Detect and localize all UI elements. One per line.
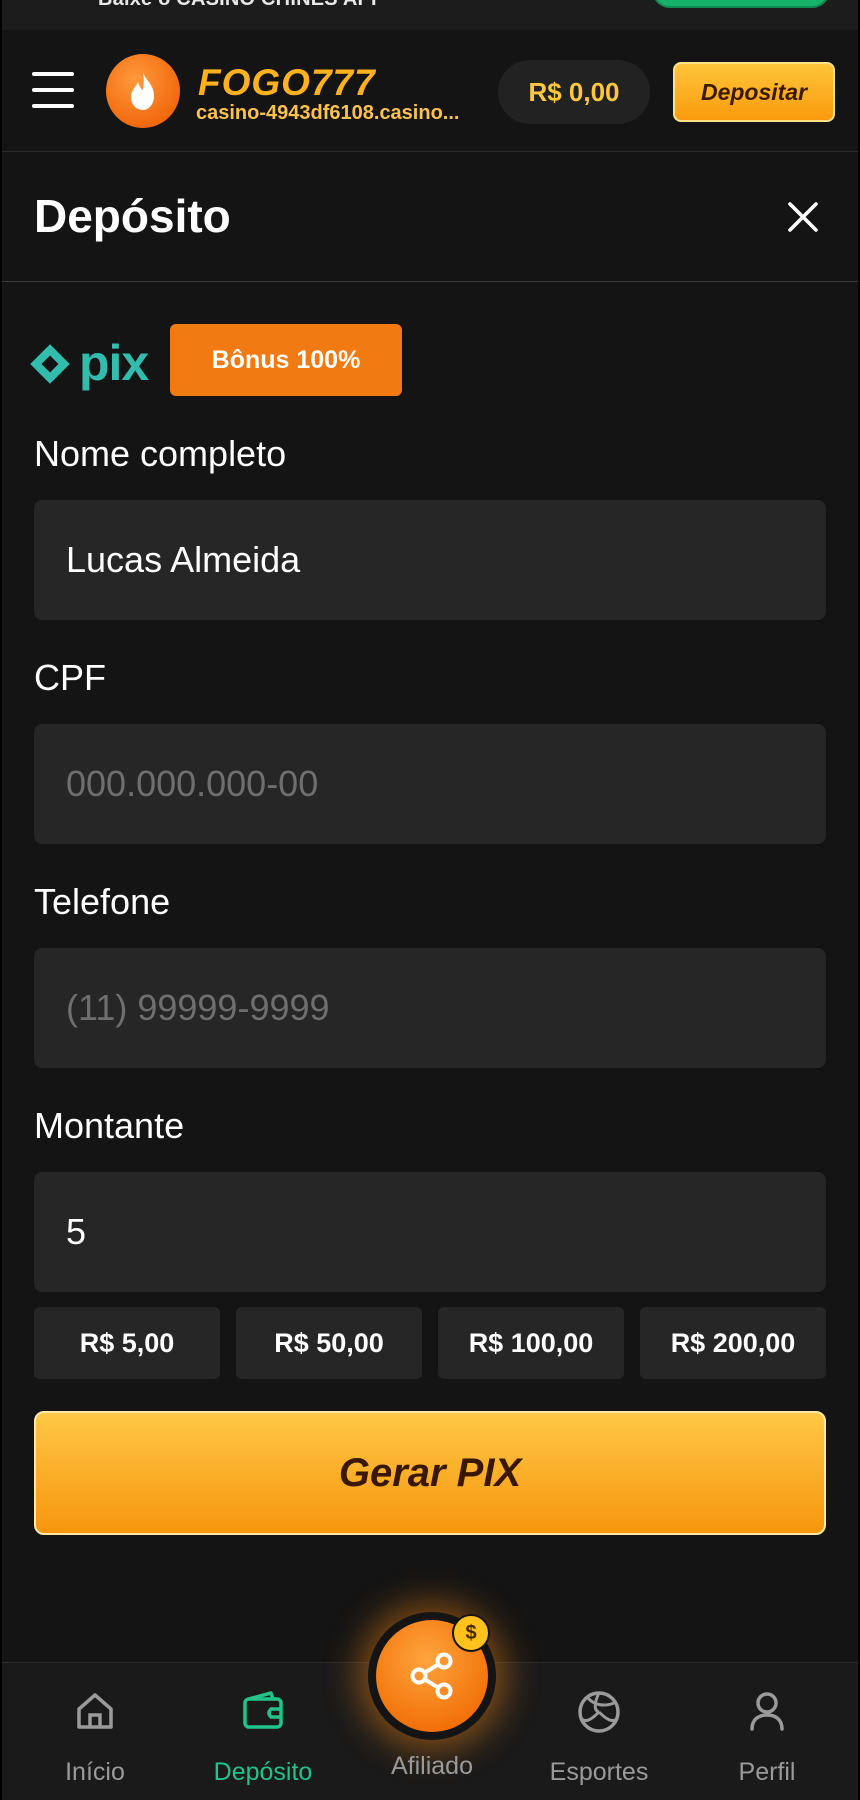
nav-label-deposito: Depósito bbox=[213, 1758, 313, 1786]
quick-amount-100[interactable]: R$ 100,00 bbox=[438, 1307, 624, 1379]
quick-amount-5[interactable]: R$ 5,00 bbox=[34, 1307, 220, 1379]
nav-item-inicio[interactable]: Início bbox=[20, 1663, 170, 1800]
phone-field[interactable] bbox=[34, 948, 826, 1068]
quick-amounts: R$ 5,00 R$ 50,00 R$ 100,00 R$ 200,00 bbox=[34, 1307, 828, 1379]
volleyball-icon bbox=[576, 1689, 622, 1740]
site-domain: casino-4943df6108.casino... bbox=[196, 102, 460, 124]
page-title: Depósito bbox=[34, 190, 231, 242]
dialog-header: Depósito bbox=[2, 152, 858, 282]
app-frame: Baixe o CASINO CHINES APP FOGO777 casino… bbox=[2, 0, 858, 1800]
pix-diamond-icon bbox=[30, 344, 70, 384]
pix-logo: pix bbox=[30, 334, 152, 391]
download-banner-button[interactable] bbox=[652, 0, 830, 8]
nav-item-deposito[interactable]: Depósito bbox=[188, 1663, 338, 1800]
user-icon bbox=[745, 1689, 789, 1738]
nav-label-inicio: Início bbox=[65, 1758, 125, 1786]
download-banner[interactable]: Baixe o CASINO CHINES APP bbox=[2, 0, 858, 30]
nav-label-esportes: Esportes bbox=[549, 1758, 649, 1786]
quick-amount-50[interactable]: R$ 50,00 bbox=[236, 1307, 422, 1379]
flame-logo-icon bbox=[106, 54, 180, 128]
pix-logo-text: pix bbox=[79, 335, 149, 391]
amount-label: Montante bbox=[34, 1105, 185, 1146]
header-deposit-button[interactable]: Depositar bbox=[673, 62, 835, 122]
name-field[interactable] bbox=[34, 500, 826, 620]
wallet-icon bbox=[241, 1689, 285, 1738]
home-icon bbox=[73, 1689, 117, 1738]
quick-amount-200[interactable]: R$ 200,00 bbox=[640, 1307, 826, 1379]
amount-field[interactable] bbox=[34, 1172, 826, 1292]
generate-pix-button[interactable]: Gerar PIX bbox=[34, 1411, 826, 1535]
name-label: Nome completo bbox=[34, 433, 287, 474]
brand-name: FOGO777 bbox=[198, 62, 376, 103]
share-icon bbox=[410, 1652, 453, 1700]
cpf-field[interactable] bbox=[34, 724, 826, 844]
download-banner-text: Baixe o CASINO CHINES APP bbox=[98, 0, 385, 11]
top-header: FOGO777 casino-4943df6108.casino... R$ 0… bbox=[2, 30, 858, 152]
phone-label: Telefone bbox=[34, 881, 171, 922]
cpf-label: CPF bbox=[34, 657, 106, 698]
bonus-badge: Bônus 100% bbox=[170, 324, 402, 396]
nav-label-afiliado[interactable]: Afiliado bbox=[357, 1752, 507, 1781]
nav-label-perfil: Perfil bbox=[738, 1758, 796, 1786]
coin-badge-icon: $ bbox=[452, 1614, 490, 1652]
nav-item-esportes[interactable]: Esportes bbox=[524, 1663, 674, 1800]
nav-item-perfil[interactable]: Perfil bbox=[692, 1663, 842, 1800]
menu-icon[interactable] bbox=[32, 70, 76, 110]
balance-display[interactable]: R$ 0,00 bbox=[498, 60, 650, 124]
close-icon[interactable] bbox=[782, 196, 824, 238]
